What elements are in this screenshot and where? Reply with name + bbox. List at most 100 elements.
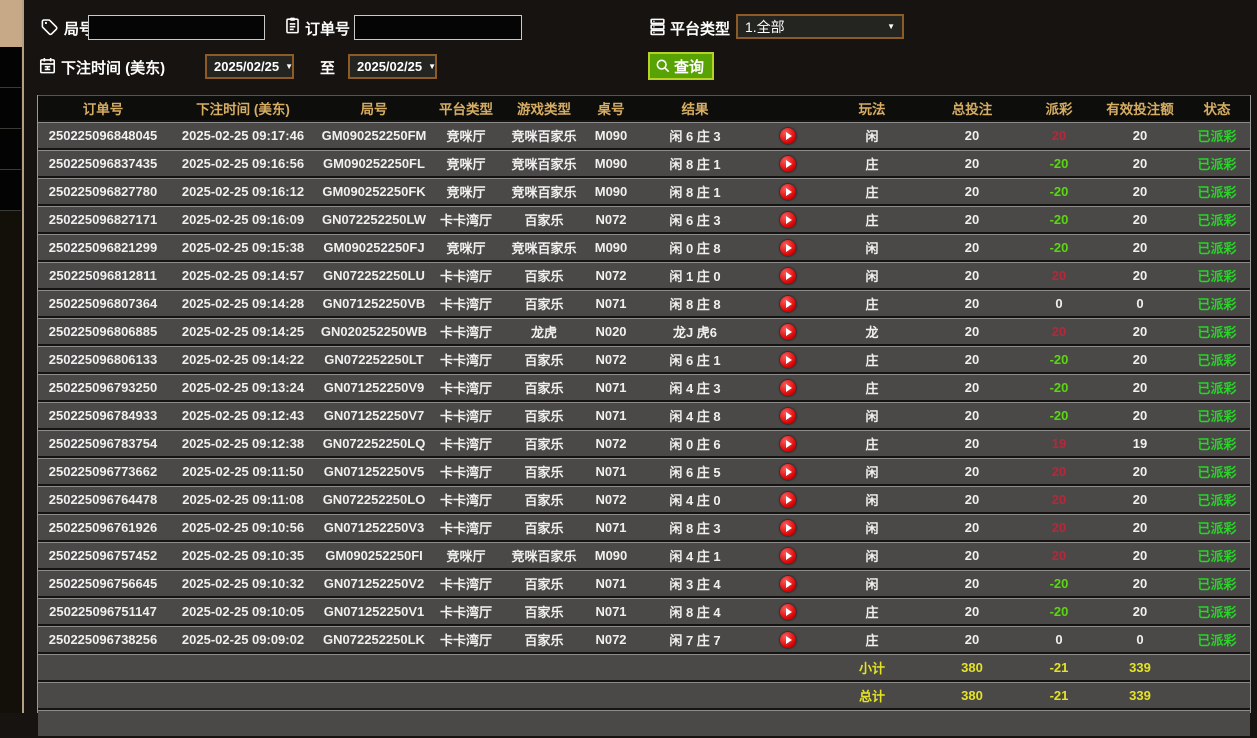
play-triangle-icon bbox=[786, 495, 792, 504]
header-round-id: 局号 bbox=[318, 95, 430, 120]
play-replay-icon[interactable] bbox=[780, 575, 796, 592]
play-replay-icon[interactable] bbox=[780, 239, 796, 256]
cell-total-bet: 20 bbox=[922, 374, 1022, 400]
cell-platform: 卡卡湾厅 bbox=[430, 290, 502, 316]
cell-valid-bet: 20 bbox=[1096, 458, 1184, 484]
cell-table-no: N072 bbox=[586, 626, 636, 652]
cell-platform: 卡卡湾厅 bbox=[430, 430, 502, 456]
cell-table-no: N071 bbox=[586, 514, 636, 540]
cell-bet-time: 2025-02-25 09:14:25 bbox=[168, 318, 318, 344]
cell-replay bbox=[754, 262, 822, 288]
play-replay-icon[interactable] bbox=[780, 491, 796, 508]
table-row: 250225096751147 2025-02-25 09:10:05 GN07… bbox=[38, 598, 1250, 624]
cell-round-id: GN072252250LW bbox=[318, 206, 430, 232]
cell-bet-time: 2025-02-25 09:11:08 bbox=[168, 486, 318, 512]
cell-game-type: 竞咪百家乐 bbox=[502, 122, 586, 148]
cell-bet-time: 2025-02-25 09:14:28 bbox=[168, 290, 318, 316]
cell-bet-type: 闲 bbox=[822, 458, 922, 484]
cell-game-type: 百家乐 bbox=[502, 402, 586, 428]
play-triangle-icon bbox=[786, 131, 792, 140]
table-row: 250225096812811 2025-02-25 09:14:57 GN07… bbox=[38, 262, 1250, 288]
cell-total-bet: 20 bbox=[922, 570, 1022, 596]
play-replay-icon[interactable] bbox=[780, 547, 796, 564]
clipboard-icon bbox=[283, 16, 302, 35]
sidebar-item[interactable] bbox=[0, 129, 21, 170]
cell-bet-time: 2025-02-25 09:11:50 bbox=[168, 458, 318, 484]
cell-game-type: 竞咪百家乐 bbox=[502, 234, 586, 260]
cell-replay bbox=[754, 234, 822, 260]
cell-status: 已派彩 bbox=[1184, 234, 1250, 260]
cell-replay bbox=[754, 486, 822, 512]
cell-table-no: N071 bbox=[586, 290, 636, 316]
cell-result: 闲 8 庄 1 bbox=[636, 150, 754, 176]
date-from-picker[interactable]: 2025/02/25 ▼ bbox=[205, 54, 294, 79]
cell-table-no: M090 bbox=[586, 122, 636, 148]
play-replay-icon[interactable] bbox=[780, 603, 796, 620]
table-row: 250225096827780 2025-02-25 09:16:12 GM09… bbox=[38, 178, 1250, 204]
cell-replay bbox=[754, 150, 822, 176]
cell-total-bet: 20 bbox=[922, 150, 1022, 176]
total-valid-bet: 339 bbox=[1096, 682, 1184, 708]
cell-table-no: M090 bbox=[586, 150, 636, 176]
cell-order-id: 250225096761926 bbox=[38, 514, 168, 540]
play-replay-icon[interactable] bbox=[780, 211, 796, 228]
play-replay-icon[interactable] bbox=[780, 463, 796, 480]
cell-platform: 卡卡湾厅 bbox=[430, 374, 502, 400]
cell-payout: 20 bbox=[1022, 122, 1096, 148]
cell-game-type: 百家乐 bbox=[502, 626, 586, 652]
play-triangle-icon bbox=[786, 467, 792, 476]
table-row: 250225096807364 2025-02-25 09:14:28 GN07… bbox=[38, 290, 1250, 316]
cell-replay bbox=[754, 402, 822, 428]
cell-platform: 卡卡湾厅 bbox=[430, 458, 502, 484]
play-replay-icon[interactable] bbox=[780, 155, 796, 172]
cell-replay bbox=[754, 570, 822, 596]
round-number-input[interactable] bbox=[88, 15, 265, 40]
cell-round-id: GN071252250V9 bbox=[318, 374, 430, 400]
cell-bet-type: 庄 bbox=[822, 178, 922, 204]
cell-total-bet: 20 bbox=[922, 458, 1022, 484]
order-number-label: 订单号 bbox=[305, 21, 351, 38]
cell-round-id: GN072252250LQ bbox=[318, 430, 430, 456]
sidebar-item[interactable] bbox=[0, 47, 21, 88]
play-replay-icon[interactable] bbox=[780, 631, 796, 648]
cell-valid-bet: 20 bbox=[1096, 598, 1184, 624]
platform-type-select[interactable]: 1.全部 ▼ bbox=[736, 14, 904, 39]
sidebar-active-tab[interactable] bbox=[0, 0, 31, 47]
cell-total-bet: 20 bbox=[922, 318, 1022, 344]
cell-platform: 卡卡湾厅 bbox=[430, 402, 502, 428]
table-row: 250225096821299 2025-02-25 09:15:38 GM09… bbox=[38, 234, 1250, 260]
play-replay-icon[interactable] bbox=[780, 183, 796, 200]
play-replay-icon[interactable] bbox=[780, 407, 796, 424]
cell-payout: 0 bbox=[1022, 290, 1096, 316]
total-payout: -21 bbox=[1022, 682, 1096, 708]
cell-platform: 卡卡湾厅 bbox=[430, 570, 502, 596]
cell-result: 闲 8 庄 8 bbox=[636, 290, 754, 316]
subtotal-row: 小计 380 -21 339 bbox=[38, 654, 1250, 680]
header-status: 状态 bbox=[1184, 95, 1250, 120]
cell-payout: -20 bbox=[1022, 598, 1096, 624]
cell-platform: 竞咪厅 bbox=[430, 178, 502, 204]
sidebar-item[interactable] bbox=[0, 170, 21, 211]
cell-total-bet: 20 bbox=[922, 598, 1022, 624]
chevron-down-icon: ▼ bbox=[285, 62, 293, 71]
cell-total-bet: 20 bbox=[922, 514, 1022, 540]
play-replay-icon[interactable] bbox=[780, 351, 796, 368]
cell-table-no: M090 bbox=[586, 178, 636, 204]
subtotal-label: 小计 bbox=[822, 654, 922, 680]
play-replay-icon[interactable] bbox=[780, 379, 796, 396]
search-button[interactable]: 查询 bbox=[648, 52, 715, 80]
play-triangle-icon bbox=[786, 243, 792, 252]
cell-status: 已派彩 bbox=[1184, 374, 1250, 400]
play-replay-icon[interactable] bbox=[780, 127, 796, 144]
cell-total-bet: 20 bbox=[922, 290, 1022, 316]
play-replay-icon[interactable] bbox=[780, 295, 796, 312]
order-number-input[interactable] bbox=[354, 15, 522, 40]
cell-order-id: 250225096784933 bbox=[38, 402, 168, 428]
date-to-picker[interactable]: 2025/02/25 ▼ bbox=[348, 54, 437, 79]
play-replay-icon[interactable] bbox=[780, 323, 796, 340]
play-replay-icon[interactable] bbox=[780, 519, 796, 536]
play-replay-icon[interactable] bbox=[780, 435, 796, 452]
cell-platform: 竞咪厅 bbox=[430, 150, 502, 176]
sidebar-item[interactable] bbox=[0, 88, 21, 129]
play-replay-icon[interactable] bbox=[780, 267, 796, 284]
